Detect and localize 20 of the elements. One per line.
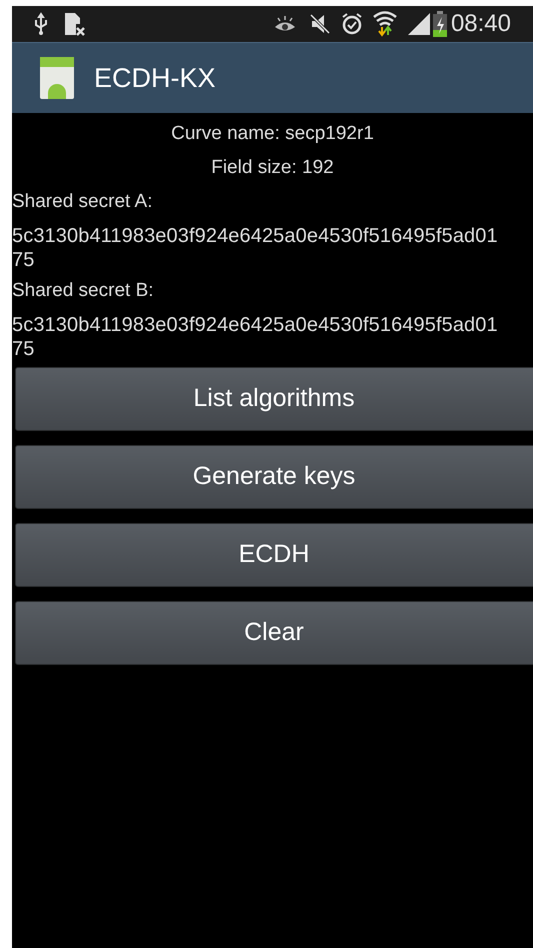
alarm-clock-icon [340,12,363,36]
muted-speaker-icon [308,13,331,35]
secret-label: Shared secret A: [12,190,154,214]
usb-icon [34,12,48,36]
action-button[interactable]: Clear [15,601,533,665]
wifi-icon [372,11,397,37]
sim-card-icon [64,12,86,36]
app-icon [40,57,74,99]
app-title: ECDH-KX [94,62,216,95]
action-button[interactable]: List algorithms [15,367,533,431]
action-button[interactable]: ECDH [15,523,533,587]
secret-value: 5c3130b411983e03f924e6425a0e4530f516495f5ad01 75 [12,313,499,362]
clock-time: 08:40 [450,9,511,39]
secret-value: 5c3130b411983e03f924e6425a0e4530f516495f5ad01 75 [12,224,499,273]
battery-icon [432,11,447,37]
curve-name-text: Curve name: secp192r1 [170,122,375,146]
action-button[interactable]: Generate keys [15,445,533,509]
field-size-text: Field size: 192 [210,156,335,180]
secret-label: Shared secret B: [12,279,155,303]
signal-icon [406,12,431,36]
